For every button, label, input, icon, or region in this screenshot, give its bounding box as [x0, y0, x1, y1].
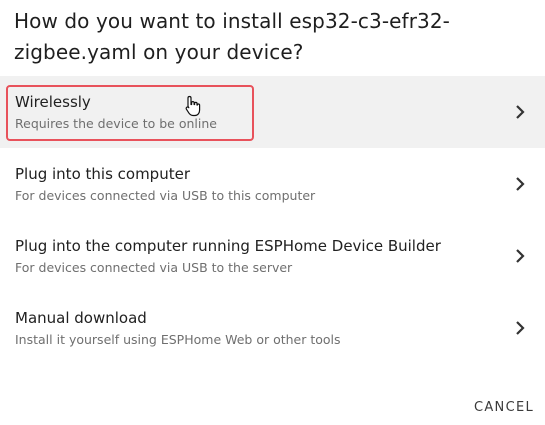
- option-description: Install it yourself using ESPHome Web or…: [15, 332, 341, 347]
- install-dialog: How do you want to install esp32-c3-efr3…: [0, 0, 545, 425]
- option-plug-into-this-computer[interactable]: Plug into this computer For devices conn…: [0, 148, 545, 220]
- option-description: For devices connected via USB to this co…: [15, 188, 316, 203]
- dialog-title: How do you want to install esp32-c3-efr3…: [14, 9, 450, 64]
- chevron-right-icon: [516, 321, 525, 335]
- option-label: Plug into the computer running ESPHome D…: [15, 237, 441, 255]
- chevron-right-icon: [516, 177, 525, 191]
- chevron-right-icon: [516, 105, 525, 119]
- option-wirelessly[interactable]: Wirelessly Requires the device to be onl…: [0, 76, 545, 148]
- option-label: Manual download: [15, 309, 147, 327]
- install-options-list: Wirelessly Requires the device to be onl…: [0, 76, 545, 364]
- option-description: For devices connected via USB to the ser…: [15, 260, 293, 275]
- cancel-button[interactable]: CANCEL: [474, 400, 534, 415]
- option-plug-into-server[interactable]: Plug into the computer running ESPHome D…: [0, 220, 545, 292]
- option-label: Plug into this computer: [15, 165, 190, 183]
- chevron-right-icon: [516, 249, 525, 263]
- option-label: Wirelessly: [15, 93, 91, 111]
- mouse-cursor-icon: [185, 95, 201, 117]
- option-description: Requires the device to be online: [15, 116, 217, 131]
- option-manual-download[interactable]: Manual download Install it yourself usin…: [0, 292, 545, 364]
